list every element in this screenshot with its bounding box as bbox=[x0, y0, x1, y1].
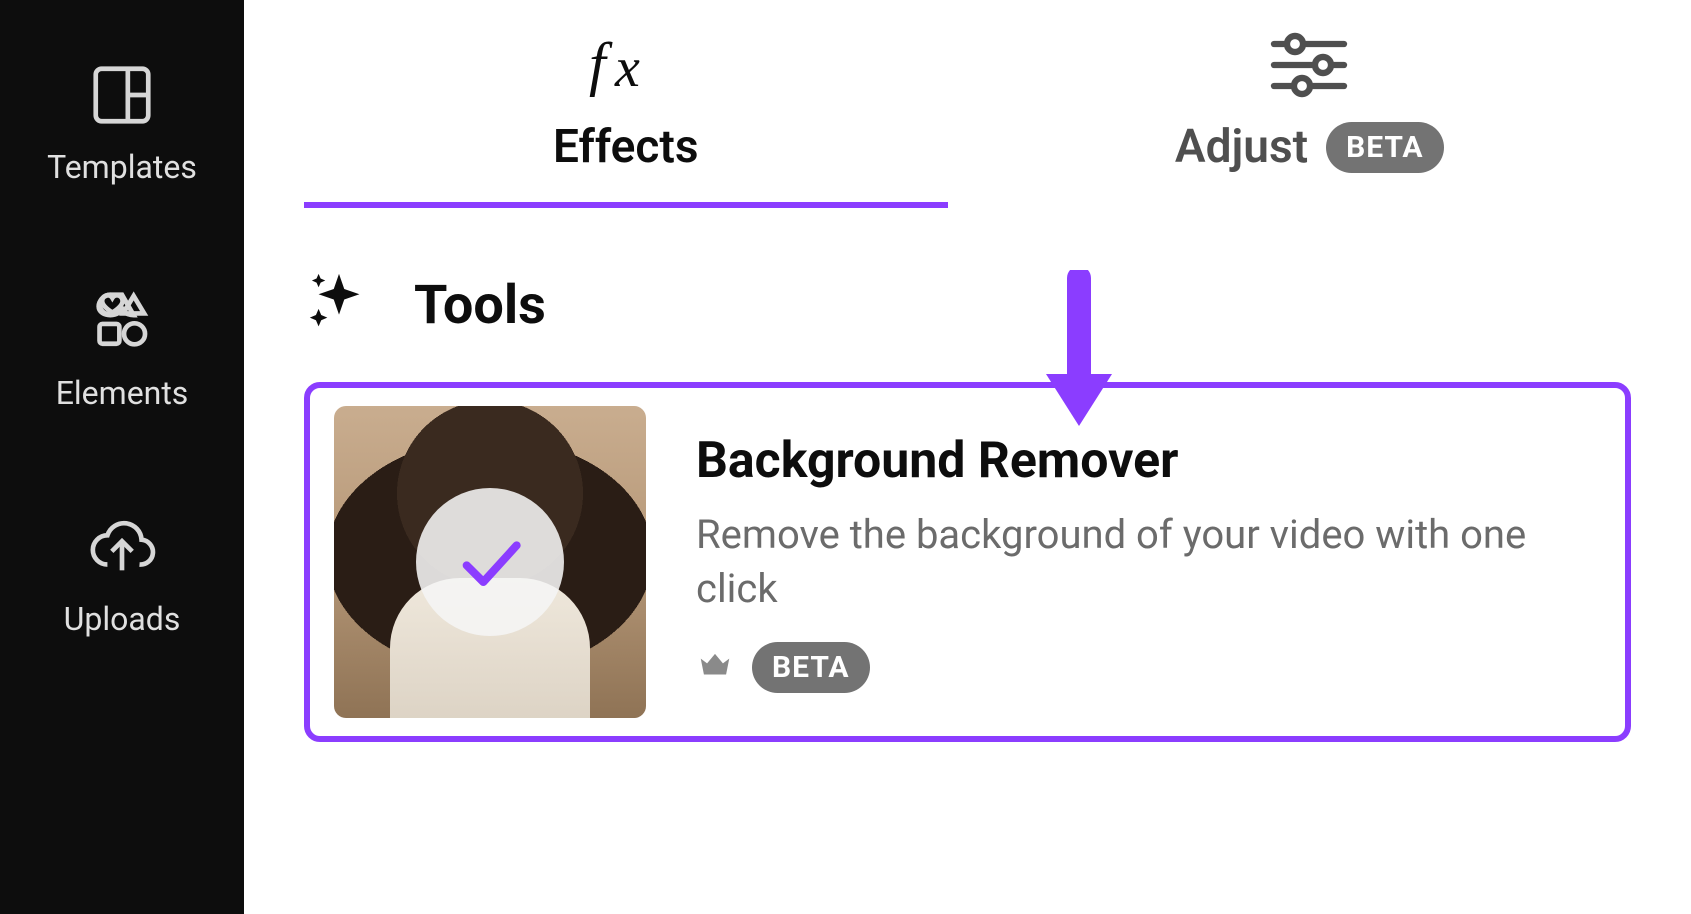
sidebar-item-elements[interactable]: Elements bbox=[56, 286, 189, 412]
tool-thumbnail bbox=[334, 406, 646, 718]
sliders-icon bbox=[1264, 30, 1354, 100]
svg-text:f: f bbox=[589, 31, 613, 97]
panel-tabs: f x Effects Adjust BETA bbox=[304, 30, 1631, 208]
templates-icon bbox=[87, 60, 157, 130]
tab-label: Effects bbox=[553, 120, 699, 174]
sidebar-item-uploads[interactable]: Uploads bbox=[64, 512, 181, 638]
fx-icon: f x bbox=[581, 30, 671, 100]
beta-badge: BETA bbox=[752, 642, 870, 693]
tool-card-background-remover[interactable]: Background Remover Remove the background… bbox=[304, 382, 1631, 742]
sidebar-item-templates[interactable]: Templates bbox=[47, 60, 197, 186]
svg-text:x: x bbox=[614, 37, 640, 99]
left-sidebar: Templates Elements bbox=[0, 0, 244, 914]
uploads-icon bbox=[87, 512, 157, 582]
tab-label: Adjust bbox=[1175, 120, 1308, 174]
crown-icon bbox=[696, 646, 734, 688]
sidebar-item-label: Templates bbox=[47, 148, 197, 186]
tab-adjust[interactable]: Adjust BETA bbox=[988, 30, 1632, 208]
sidebar-item-label: Uploads bbox=[64, 600, 181, 638]
effects-panel: f x Effects Adjust BETA bbox=[244, 0, 1691, 914]
sidebar-item-label: Elements bbox=[56, 374, 189, 412]
sparkle-icon bbox=[304, 268, 374, 342]
checkmark-icon bbox=[416, 488, 564, 636]
tools-section-header: Tools bbox=[304, 268, 1631, 342]
beta-badge: BETA bbox=[1326, 122, 1444, 173]
tool-description: Remove the background of your video with… bbox=[696, 508, 1601, 616]
tab-effects[interactable]: f x Effects bbox=[304, 30, 948, 208]
elements-icon bbox=[87, 286, 157, 356]
tool-title: Background Remover bbox=[696, 432, 1601, 490]
arrow-annotation-icon bbox=[1034, 270, 1124, 434]
tools-heading: Tools bbox=[414, 274, 546, 337]
tool-card-body: Background Remover Remove the background… bbox=[696, 432, 1601, 693]
